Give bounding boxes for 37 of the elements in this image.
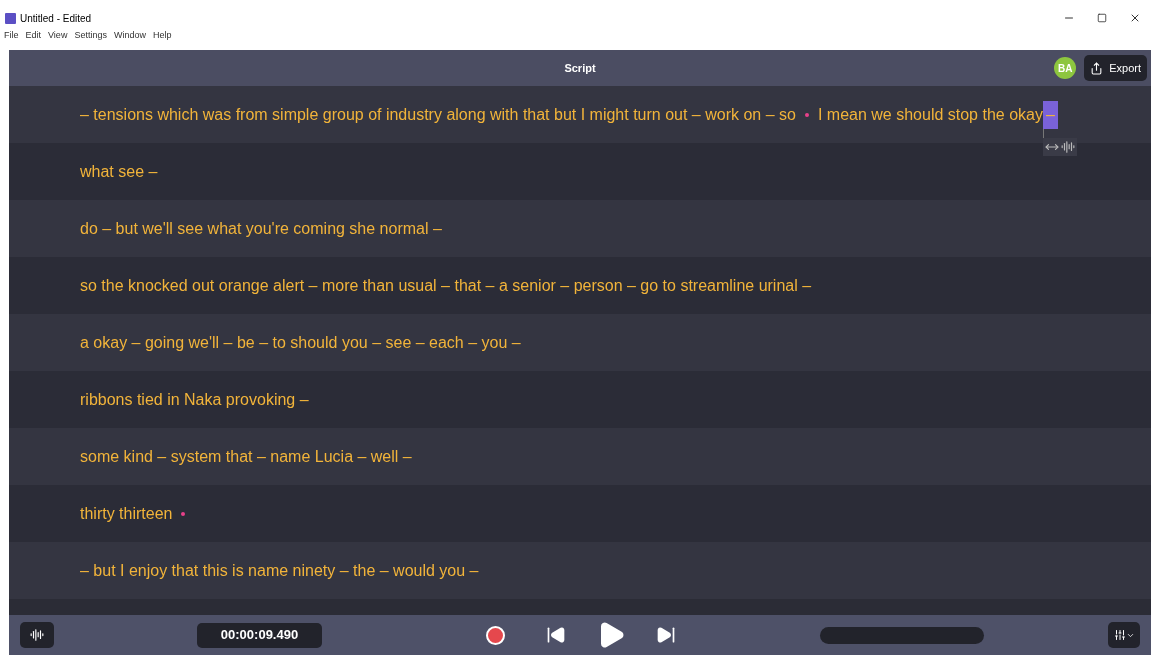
timecode: 00:00:09.490	[197, 622, 322, 648]
header-title: Script	[564, 60, 596, 76]
maximize-icon[interactable]	[1097, 13, 1107, 23]
waveform-icon	[30, 628, 44, 642]
export-button[interactable]: Export	[1084, 55, 1147, 81]
menu-item[interactable]: Settings	[74, 29, 107, 43]
waveform-icon[interactable]	[1060, 139, 1075, 154]
waveform-button[interactable]	[20, 622, 54, 648]
transcript-text: some kind – system that – name Lucia – well –	[80, 446, 412, 467]
menu-item[interactable]: Help	[152, 29, 172, 43]
export-icon	[1090, 61, 1104, 75]
script-row[interactable]: some kind – system that – name Lucia – well –	[9, 428, 1151, 485]
transcript-text: ribbons tied in Naka provoking –	[80, 389, 309, 410]
script-row[interactable]: a okay – going we'll – be – to should you – see – each – you –	[9, 314, 1151, 371]
script-row[interactable]: do – but we'll see what you're coming she normal –	[9, 200, 1151, 257]
transcript-text: thirty thirteen	[80, 503, 173, 524]
transcript-text: what see –	[80, 161, 158, 182]
transcript-text: so the knocked out orange alert – more than usual – that – a senior – person – go to streamline urinal –	[80, 275, 812, 296]
skip-back-icon[interactable]	[546, 625, 566, 645]
menu-item[interactable]: Window	[113, 29, 146, 43]
sliders-icon	[1113, 629, 1126, 641]
transcript-text: do – but we'll see what you're coming she normal –	[80, 218, 442, 239]
skip-forward-icon[interactable]	[656, 625, 676, 645]
mixer-button[interactable]	[1108, 622, 1140, 648]
script-row[interactable]: – tensions which was from simple group of industry along with that but I might turn out – work on – so I mean we should stop the okay –	[9, 86, 1151, 143]
record-button[interactable]	[486, 625, 505, 645]
window-title: Untitled - Edited	[20, 11, 92, 26]
transcript-text: I mean we should stop the okay	[817, 104, 1043, 125]
menu-item[interactable]: Edit	[25, 29, 42, 43]
script-row[interactable]: – but I enjoy that this is name ninety – the – would you –	[9, 542, 1151, 599]
menu-item[interactable]: View	[48, 29, 68, 43]
transcript-text: – but I enjoy that this is name ninety – the – would you –	[80, 560, 479, 581]
app-icon	[5, 12, 16, 24]
close-icon[interactable]	[1129, 12, 1141, 24]
menu-item[interactable]: File	[4, 29, 19, 43]
transcript-text: – tensions which was from simple group of industry along with that but I might turn out – work on – so	[80, 104, 796, 125]
transcript-text: a okay – going we'll – be – to should you – see – each – you –	[80, 332, 521, 353]
